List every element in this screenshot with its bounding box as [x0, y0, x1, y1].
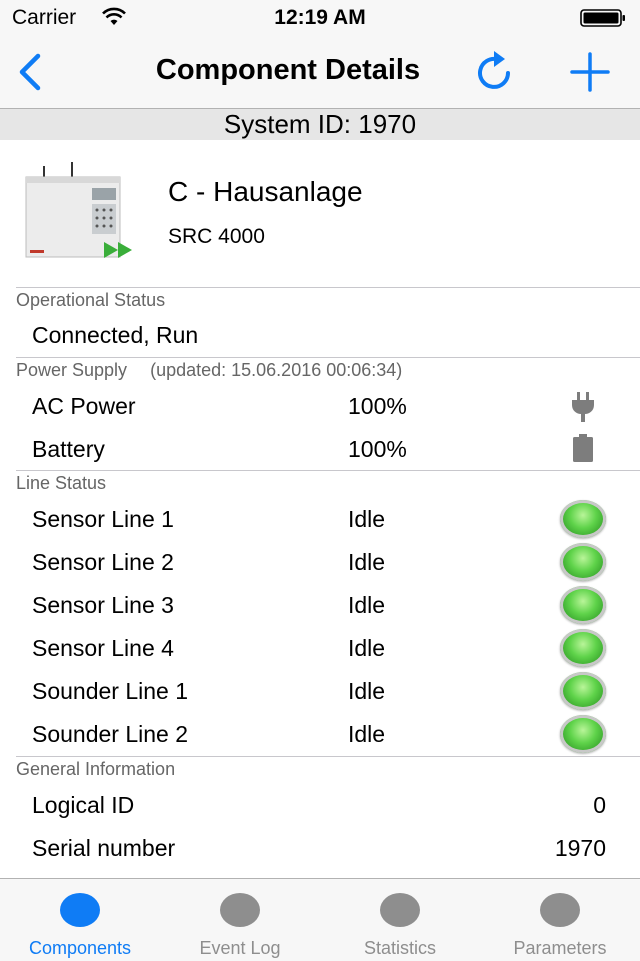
tab-label: Components: [28, 938, 132, 958]
divider: [16, 287, 640, 288]
plug-icon: [572, 392, 594, 422]
system-id-banner: System ID: 1970: [0, 109, 640, 140]
components-tab-icon: [60, 893, 100, 927]
line-row-label: Sensor Line 4: [32, 635, 174, 661]
navigation-bar: Component Details: [0, 36, 640, 109]
line-row-label: Sensor Line 3: [32, 592, 174, 618]
operational-status-value: Connected, Run: [32, 322, 199, 348]
general-row-label: Logical ID: [32, 792, 135, 818]
general-row-label: Serial number: [32, 835, 176, 861]
event-log-tab-icon: [220, 893, 260, 927]
line-row-value: Idle: [348, 635, 386, 661]
section-header-general-information: General Information: [16, 759, 176, 779]
line-row-label: Sounder Line 1: [32, 678, 189, 704]
line-row-value: Idle: [348, 721, 386, 747]
divider: [16, 756, 640, 757]
statistics-tab-icon: [380, 893, 420, 927]
tab-label: Statistics: [363, 938, 437, 958]
power-row-value: 100%: [348, 436, 407, 462]
control-panel-device-image: [25, 162, 132, 258]
line-row-value: Idle: [348, 506, 386, 532]
power-row-value: 100%: [348, 393, 407, 419]
tab-components[interactable]: Components: [0, 879, 160, 961]
plus-icon[interactable]: [568, 50, 612, 94]
tab-bar: Components Event Log Statistics Paramete…: [0, 878, 640, 961]
component-model: SRC 4000: [168, 225, 265, 248]
general-row-value: 0: [593, 792, 606, 818]
power-row-label: AC Power: [32, 393, 136, 419]
section-header-line-status: Line Status: [16, 473, 107, 493]
power-updated-timestamp: (updated: 15.06.2016 00:06:34): [150, 360, 403, 380]
line-row-value: Idle: [348, 592, 386, 618]
status-led-icon: [560, 672, 606, 710]
clock: 12:19 AM: [274, 6, 366, 29]
status-led-icon: [560, 543, 606, 581]
status-bar: Carrier 12:19 AM: [0, 0, 640, 36]
tab-label: Parameters: [513, 938, 607, 958]
status-led-icon: [560, 629, 606, 667]
line-row-label: Sensor Line 1: [32, 506, 174, 532]
battery-icon: [573, 434, 593, 462]
tab-statistics[interactable]: Statistics: [320, 879, 480, 961]
tab-parameters[interactable]: Parameters: [480, 879, 640, 961]
section-header-power-supply: Power Supply (updated: 15.06.2016 00:06:…: [16, 360, 402, 381]
battery-status-icon: [580, 9, 625, 27]
status-led-icon: [560, 715, 606, 753]
power-supply-title: Power Supply: [16, 360, 128, 380]
status-led-icon: [560, 500, 606, 538]
section-header-operational-status: Operational Status: [16, 290, 166, 310]
power-row-label: Battery: [32, 436, 105, 462]
line-row-value: Idle: [348, 549, 386, 575]
component-name: C - Hausanlage: [168, 176, 363, 207]
tab-label: Event Log: [199, 938, 281, 958]
line-row-value: Idle: [348, 678, 386, 704]
divider: [16, 357, 640, 358]
parameters-tab-icon: [540, 893, 580, 927]
general-row-value: 1970: [554, 835, 606, 861]
tab-event-log[interactable]: Event Log: [160, 879, 320, 961]
line-row-label: Sounder Line 2: [32, 721, 189, 747]
status-led-icon: [560, 586, 606, 624]
divider: [16, 470, 640, 471]
line-row-label: Sensor Line 2: [32, 549, 174, 575]
refresh-icon[interactable]: [472, 48, 518, 94]
